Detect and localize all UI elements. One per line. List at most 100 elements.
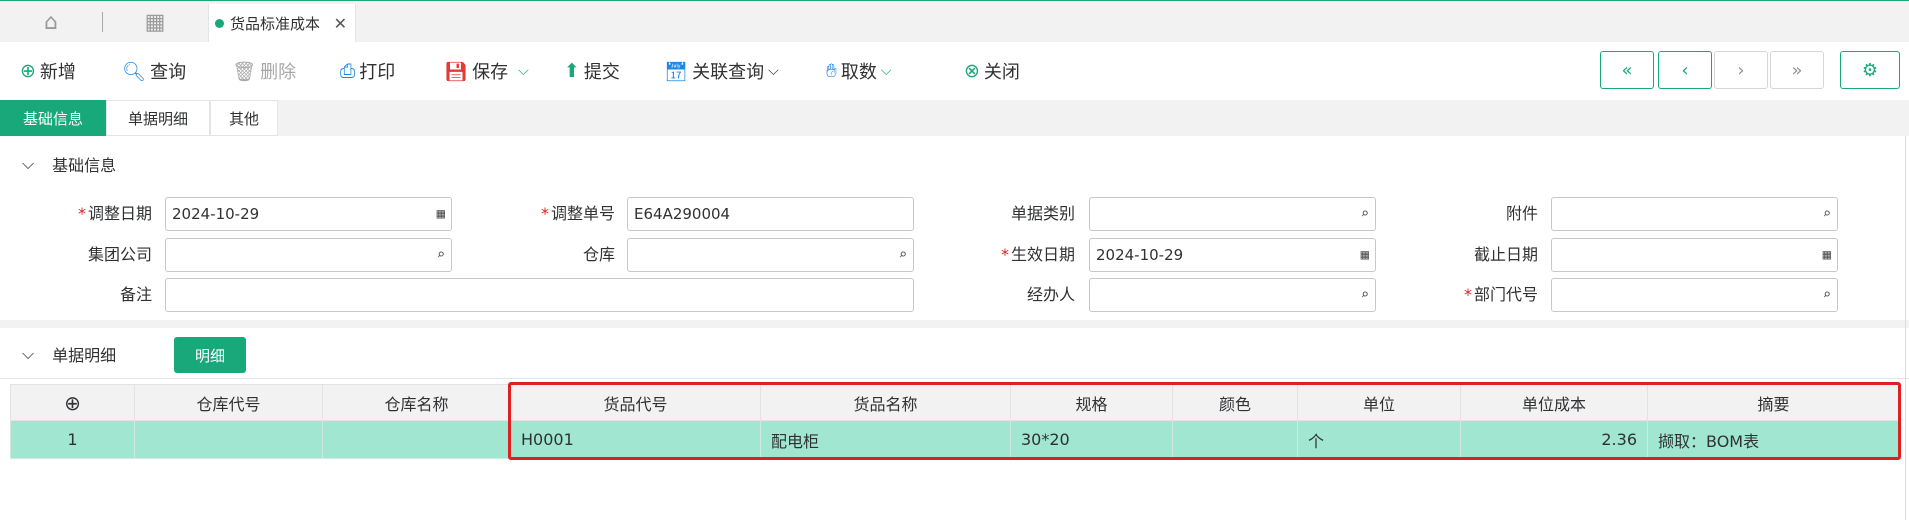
apps-grid-icon[interactable]: ▦ <box>138 6 172 38</box>
cell-spec[interactable]: 30*20 <box>1010 420 1173 459</box>
col-item-code[interactable]: 货品代号 <box>510 384 761 421</box>
delete-button[interactable]: 🗑︎ 删除 <box>232 42 296 100</box>
doc-type-field[interactable]: ⌕ <box>1089 197 1376 231</box>
col-item-name[interactable]: 货品名称 <box>760 384 1011 421</box>
warehouse-field[interactable]: ⌕ <box>627 238 914 272</box>
detail-grid: ⊕ 仓库代号 仓库名称 货品代号 货品名称 规格 颜色 单位 单位成本 摘要 1… <box>10 384 1900 459</box>
section-title: 基础信息 <box>52 155 117 175</box>
close-label: 关闭 <box>983 62 1020 83</box>
subtab-bar <box>0 100 1909 136</box>
next-record-button[interactable]: › <box>1714 51 1768 89</box>
cell-color[interactable] <box>1172 420 1298 459</box>
col-spec[interactable]: 规格 <box>1010 384 1173 421</box>
related-query-button[interactable]: 📅︎ 关联查询 ⌵ <box>664 42 779 100</box>
effective-date-label: * 生效日期 <box>1000 245 1075 264</box>
prev-record-button[interactable]: ‹ <box>1658 51 1712 89</box>
basic-info-section-header[interactable]: ⌵ 基础信息 <box>0 140 1909 188</box>
add-button[interactable]: ⊕ 新增 <box>20 42 76 100</box>
tab-active-dot <box>215 18 224 28</box>
attachment-label: 附件 <box>1505 204 1538 223</box>
col-warehouse-name[interactable]: 仓库名称 <box>322 384 511 421</box>
chevron-down-icon: ⌵ <box>518 63 529 79</box>
right-border <box>1905 136 1906 520</box>
adjust-date-field[interactable]: 2024-10-29 ▦ <box>165 197 452 231</box>
col-warehouse-code[interactable]: 仓库代号 <box>134 384 323 421</box>
delete-label: 删除 <box>260 62 297 83</box>
dept-code-field[interactable]: ⌕ <box>1551 278 1838 312</box>
print-label: 打印 <box>359 62 396 83</box>
chevron-down-icon: ⌵ <box>22 153 35 173</box>
grid-header-row: ⊕ 仓库代号 仓库名称 货品代号 货品名称 规格 颜色 单位 单位成本 摘要 <box>10 384 1900 421</box>
cell-warehouse-code[interactable] <box>134 420 323 459</box>
col-color[interactable]: 颜色 <box>1172 384 1298 421</box>
doc-type-label: 单据类别 <box>1010 204 1075 223</box>
tab-standard-cost[interactable]: 货品标准成本 ✕ <box>208 4 356 42</box>
subtab-basic-info[interactable]: 基础信息 <box>0 100 106 136</box>
handler-label: 经办人 <box>1026 285 1075 304</box>
print-button[interactable]: ⎙ 打印 <box>340 42 395 100</box>
adjust-no-field[interactable]: E64A290004 <box>627 197 914 231</box>
table-row[interactable]: 1 H0001 配电柜 30*20 个 2.36 撷取：BOM表 <box>10 420 1900 459</box>
end-date-label: 截止日期 <box>1473 245 1538 264</box>
save-button[interactable]: 💾︎ 保存 ⌵ <box>444 42 529 100</box>
attachment-field[interactable]: ⌕ <box>1551 197 1838 231</box>
group-company-label: 集团公司 <box>87 245 152 264</box>
close-button[interactable]: ⊗ 关闭 <box>964 42 1020 100</box>
cell-item-name[interactable]: 配电柜 <box>760 420 1011 459</box>
cell-summary[interactable]: 撷取：BOM表 <box>1647 420 1900 459</box>
col-summary[interactable]: 摘要 <box>1647 384 1900 421</box>
cell-item-code[interactable]: H0001 <box>510 420 761 459</box>
section-separator <box>0 320 1909 328</box>
detail-section-header[interactable]: ⌵ 单据明细 <box>0 329 1909 379</box>
search-icon: ⌕ <box>1822 206 1831 222</box>
cell-unit[interactable]: 个 <box>1297 420 1461 459</box>
submit-button[interactable]: ⬆ 提交 <box>564 42 620 100</box>
save-label: 保存 <box>472 62 509 83</box>
plus-circle-icon: ⊕ <box>20 60 36 82</box>
upload-icon: ⬆ <box>564 60 580 82</box>
add-row-icon[interactable]: ⊕ <box>10 384 135 421</box>
calendar-icon: ▦ <box>436 206 445 222</box>
related-query-label: 关联查询 <box>692 62 765 83</box>
first-record-button[interactable]: « <box>1600 51 1654 89</box>
chevron-down-icon: ⌵ <box>880 63 892 79</box>
search-icon: ⌕ <box>1822 287 1831 303</box>
trash-icon: 🗑︎ <box>232 60 257 83</box>
subtab-other[interactable]: 其他 <box>210 100 278 136</box>
settings-button[interactable]: ⚙︎ <box>1840 51 1900 89</box>
tab-label: 货品标准成本 <box>230 14 321 33</box>
last-record-button[interactable]: » <box>1770 51 1824 89</box>
printer-icon: ⎙ <box>340 60 356 82</box>
home-icon[interactable]: ⌂ <box>34 6 68 38</box>
col-unit-cost[interactable]: 单位成本 <box>1460 384 1648 421</box>
fetch-label: 取数 <box>840 62 877 83</box>
row-index: 1 <box>10 420 135 459</box>
chevron-down-icon: ⌵ <box>22 343 35 363</box>
group-company-field[interactable]: ⌕ <box>165 238 452 272</box>
col-unit[interactable]: 单位 <box>1297 384 1461 421</box>
end-date-field[interactable]: ▦ <box>1551 238 1838 272</box>
search-icon: 🔍︎ <box>122 60 147 83</box>
search-icon: ⌕ <box>1360 287 1369 303</box>
remark-field[interactable] <box>165 278 914 312</box>
handler-field[interactable]: ⌕ <box>1089 278 1376 312</box>
warehouse-label: 仓库 <box>582 245 615 264</box>
subtab-detail[interactable]: 单据明细 <box>106 100 210 136</box>
effective-date-field[interactable]: 2024-10-29 ▦ <box>1089 238 1376 272</box>
remark-label: 备注 <box>119 285 152 304</box>
cell-unit-cost[interactable]: 2.36 <box>1460 420 1648 459</box>
adjust-no-label: * 调整单号 <box>540 204 615 223</box>
hand-coin-icon: ✋︎ <box>826 60 837 82</box>
query-button[interactable]: 🔍︎ 查询 <box>122 42 186 100</box>
calendar-search-icon: 📅︎ <box>664 60 689 83</box>
fetch-button[interactable]: ✋︎ 取数 ⌵ <box>826 42 891 100</box>
calendar-icon: ▦ <box>1822 247 1831 263</box>
cell-warehouse-name[interactable] <box>322 420 511 459</box>
dept-code-label: * 部门代号 <box>1463 285 1538 304</box>
close-icon[interactable]: ✕ <box>334 14 347 33</box>
save-icon: 💾︎ <box>444 60 469 83</box>
search-icon: ⌕ <box>1360 206 1369 222</box>
detail-button[interactable]: 明细 <box>174 337 246 373</box>
search-icon: ⌕ <box>898 247 907 263</box>
close-circle-icon: ⊗ <box>964 60 980 82</box>
